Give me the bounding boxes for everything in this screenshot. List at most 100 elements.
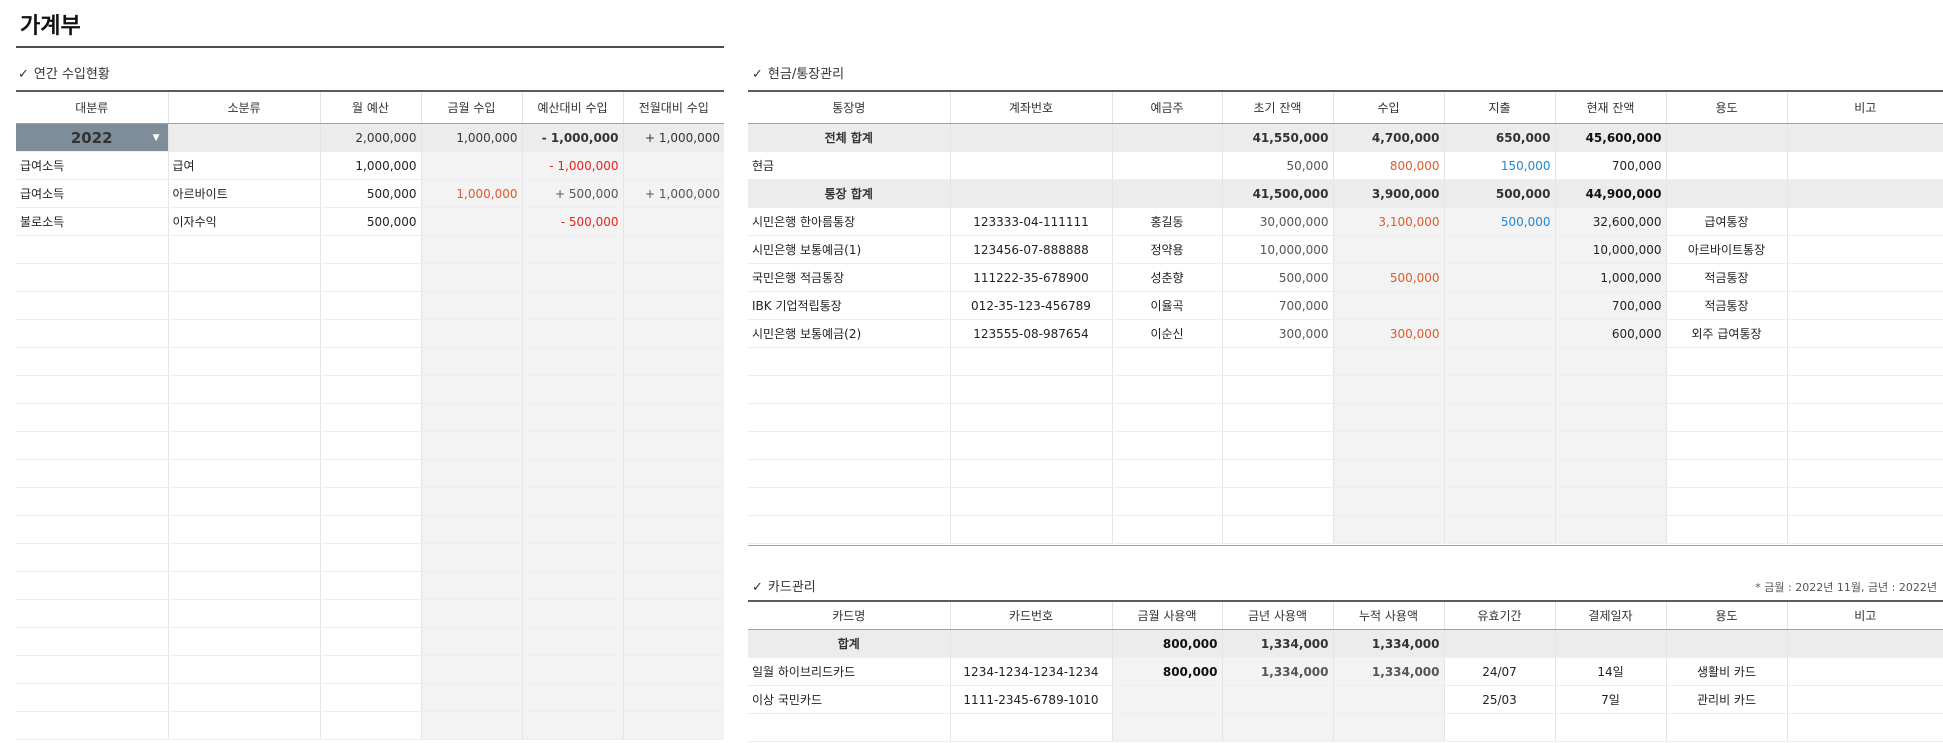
col-header-cumulative-usage[interactable]: 누적 사용액 [1333,600,1445,630]
empty-cell[interactable] [522,459,624,488]
current-cell[interactable]: 1,000,000 [421,179,523,208]
empty-cell[interactable] [16,459,169,488]
empty-cell[interactable] [748,713,951,742]
empty-cell[interactable] [950,515,1113,544]
col-header-account-number[interactable]: 계좌번호 [950,90,1113,124]
expense-cell[interactable] [1444,291,1556,320]
empty-cell[interactable] [1666,431,1788,460]
empty-cell[interactable] [168,487,321,516]
budget-cell[interactable]: 500,000 [320,179,422,208]
empty-cell[interactable] [950,403,1113,432]
empty-cell[interactable] [16,627,169,656]
total-blank[interactable] [1112,123,1223,152]
empty-cell[interactable] [421,431,523,460]
cards-total-blank[interactable] [1555,629,1667,658]
empty-cell[interactable] [522,263,624,292]
total-income[interactable]: 4,700,000 [1333,123,1445,152]
empty-cell[interactable] [623,459,724,488]
empty-cell[interactable] [623,235,724,264]
empty-cell[interactable] [623,291,724,320]
current-cell[interactable]: 10,000,000 [1555,235,1667,264]
cards-total-cumulative[interactable]: 1,334,000 [1333,629,1445,658]
empty-cell[interactable] [168,571,321,600]
empty-cell[interactable] [522,291,624,320]
empty-cell[interactable] [623,571,724,600]
empty-cell[interactable] [1444,459,1556,488]
cumulative-usage-cell[interactable]: 1,334,000 [1333,657,1445,686]
empty-cell[interactable] [623,711,724,740]
empty-cell[interactable] [16,515,169,544]
empty-cell[interactable] [1444,431,1556,460]
major-cell[interactable]: 급여소득 [16,179,169,208]
memo-cell[interactable] [1787,235,1943,264]
empty-cell[interactable] [421,711,523,740]
expense-cell[interactable] [1444,235,1556,264]
col-header-memo[interactable]: 비고 [1787,90,1943,124]
empty-cell[interactable] [1112,347,1223,376]
empty-cell[interactable] [1112,459,1223,488]
empty-cell[interactable] [168,655,321,684]
empty-cell[interactable] [950,713,1113,742]
col-header-month-usage[interactable]: 금월 사용액 [1112,600,1223,630]
vs-prev-cell[interactable]: + 1,000,000 [623,179,724,208]
col-header-card-name[interactable]: 카드명 [748,600,951,630]
empty-cell[interactable] [1787,487,1943,516]
empty-cell[interactable] [748,459,951,488]
empty-cell[interactable] [421,543,523,572]
empty-cell[interactable] [1112,403,1223,432]
col-header-current[interactable]: 현재 잔액 [1555,90,1667,124]
col-header-year-usage[interactable]: 금년 사용액 [1222,600,1334,630]
bank-total-blank[interactable] [950,179,1113,208]
empty-cell[interactable] [1787,459,1943,488]
empty-cell[interactable] [320,431,422,460]
income-cell[interactable]: 300,000 [1333,319,1445,348]
empty-cell[interactable] [623,403,724,432]
empty-cell[interactable] [168,291,321,320]
empty-cell[interactable] [168,711,321,740]
major-cell[interactable]: 급여소득 [16,151,169,180]
col-header-memo[interactable]: 비고 [1787,600,1943,630]
empty-cell[interactable] [1222,713,1334,742]
cards-total-month[interactable]: 800,000 [1112,629,1223,658]
summary-budget[interactable]: 2,000,000 [320,123,422,152]
initial-cell[interactable]: 700,000 [1222,291,1334,320]
empty-cell[interactable] [320,375,422,404]
empty-cell[interactable] [168,515,321,544]
empty-cell[interactable] [522,347,624,376]
empty-cell[interactable] [1555,713,1667,742]
empty-cell[interactable] [168,683,321,712]
empty-cell[interactable] [16,711,169,740]
empty-cell[interactable] [1666,459,1788,488]
empty-cell[interactable] [421,375,523,404]
empty-cell[interactable] [748,431,951,460]
empty-cell[interactable] [522,711,624,740]
empty-cell[interactable] [320,683,422,712]
empty-cell[interactable] [522,627,624,656]
bank-total-label[interactable]: 통장 합계 [748,179,951,208]
empty-cell[interactable] [320,403,422,432]
empty-cell[interactable] [522,375,624,404]
empty-cell[interactable] [421,627,523,656]
card-number-cell[interactable]: 1111-2345-6789-1010 [950,685,1113,714]
empty-cell[interactable] [1333,487,1445,516]
empty-cell[interactable] [623,515,724,544]
empty-cell[interactable] [623,263,724,292]
cards-total-year[interactable]: 1,334,000 [1222,629,1334,658]
cash-income[interactable]: 800,000 [1333,151,1445,180]
empty-cell[interactable] [320,291,422,320]
empty-cell[interactable] [320,571,422,600]
empty-cell[interactable] [320,319,422,348]
empty-cell[interactable] [421,319,523,348]
vs-budget-cell[interactable]: + 500,000 [522,179,624,208]
empty-cell[interactable] [421,235,523,264]
empty-cell[interactable] [623,599,724,628]
empty-cell[interactable] [1112,487,1223,516]
empty-cell[interactable] [168,459,321,488]
cumulative-usage-cell[interactable] [1333,685,1445,714]
empty-cell[interactable] [1444,487,1556,516]
empty-cell[interactable] [16,683,169,712]
empty-cell[interactable] [1222,515,1334,544]
empty-cell[interactable] [1666,487,1788,516]
memo-cell[interactable] [1787,263,1943,292]
empty-cell[interactable] [1112,431,1223,460]
